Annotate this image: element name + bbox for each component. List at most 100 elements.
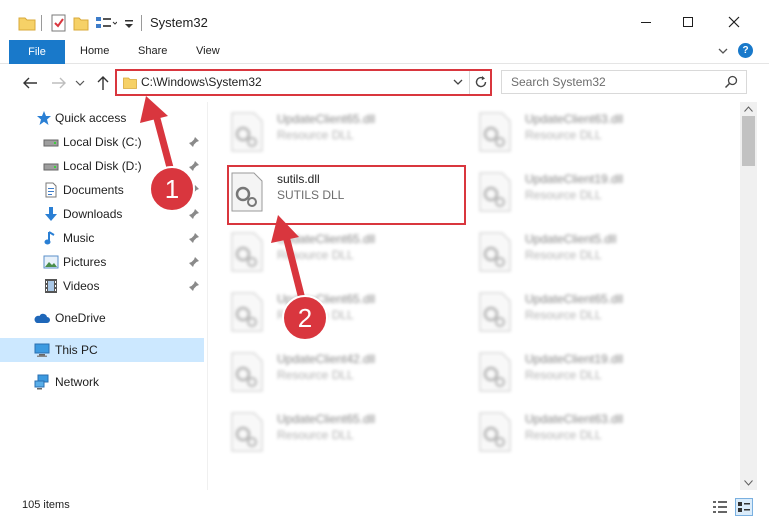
chevron-down-icon[interactable] xyxy=(451,75,465,89)
sidebar-item-quick-access[interactable]: Quick access xyxy=(0,106,204,130)
address-path[interactable]: C:\Windows\System32 xyxy=(141,75,262,89)
tab-share[interactable]: Share xyxy=(138,45,167,57)
sidebar-item-label: Local Disk (C:) xyxy=(63,135,142,149)
window-title: System32 xyxy=(150,15,208,30)
network-icon xyxy=(34,374,49,390)
dll-file-icon xyxy=(479,232,511,272)
list-item[interactable]: UpdateClient63.dll Resource DLL xyxy=(456,404,696,464)
sidebar-item-onedrive[interactable]: OneDrive xyxy=(0,306,204,330)
pin-icon[interactable] xyxy=(188,280,200,292)
sidebar-item-local-disk-d[interactable]: Local Disk (D:) xyxy=(0,154,204,178)
details-view-icon[interactable] xyxy=(712,500,728,514)
scrollbar-thumb[interactable] xyxy=(742,116,755,166)
file-name: UpdateClient63.dll xyxy=(525,412,624,426)
expand-ribbon-icon[interactable] xyxy=(717,45,729,57)
file-name: UpdateClient19.dll xyxy=(525,172,624,186)
dll-file-icon xyxy=(479,412,511,452)
videos-icon xyxy=(45,279,57,293)
list-item[interactable]: UpdateClient65.dll Resource DLL xyxy=(208,104,448,164)
sidebar-item-label: Music xyxy=(63,231,95,245)
dll-file-icon xyxy=(231,292,263,332)
scroll-down-icon[interactable] xyxy=(744,480,753,486)
recent-locations-button[interactable] xyxy=(75,74,85,92)
search-box[interactable]: Search System32 xyxy=(501,70,747,94)
dll-file-icon xyxy=(231,112,263,152)
file-type: Resource DLL xyxy=(277,368,354,382)
pin-icon[interactable] xyxy=(188,208,200,220)
properties-icon[interactable] xyxy=(51,14,67,32)
address-bar[interactable]: C:\Windows\System32 xyxy=(115,69,492,96)
dll-file-icon xyxy=(479,352,511,392)
vertical-scrollbar[interactable] xyxy=(740,102,757,490)
file-name: UpdateClient65.dll xyxy=(277,292,376,306)
close-button[interactable] xyxy=(714,8,754,36)
pin-icon[interactable] xyxy=(188,160,200,172)
minimize-icon xyxy=(641,22,651,23)
pin-icon[interactable] xyxy=(188,136,200,148)
sidebar-item-label: Pictures xyxy=(63,255,107,269)
refresh-icon[interactable] xyxy=(473,74,489,90)
help-icon[interactable]: ? xyxy=(738,43,753,58)
sidebar-item-documents[interactable]: Documents xyxy=(0,178,204,202)
list-item[interactable]: UpdateClient63.dll Resource DLL xyxy=(456,104,696,164)
up-button[interactable] xyxy=(94,74,112,92)
list-item[interactable]: UpdateClient65.dll Resource DLL xyxy=(208,404,448,464)
sidebar-item-this-pc[interactable]: This PC xyxy=(0,338,204,362)
list-item[interactable]: UpdateClient65.dll Resource DLL xyxy=(208,224,448,284)
file-name: UpdateClient19.dll xyxy=(525,352,624,366)
file-type: Resource DLL xyxy=(525,128,602,142)
list-item[interactable]: UpdateClient42.dll Resource DLL xyxy=(208,344,448,404)
list-item[interactable]: UpdateClient65.dll Resource DLL xyxy=(456,284,696,344)
folder-icon[interactable] xyxy=(18,14,36,32)
list-item[interactable]: UpdateClient19.dll Resource DLL xyxy=(456,164,696,224)
file-type: Resource DLL xyxy=(525,368,602,382)
tiles-view-button[interactable] xyxy=(735,498,753,516)
sidebar-item-downloads[interactable]: Downloads xyxy=(0,202,204,226)
sidebar-item-label: Downloads xyxy=(63,207,123,221)
file-name: UpdateClient65.dll xyxy=(525,292,624,306)
sidebar-item-network[interactable]: Network xyxy=(0,370,204,394)
tab-file[interactable]: File xyxy=(9,40,65,64)
scroll-up-icon[interactable] xyxy=(744,106,753,112)
new-folder-icon[interactable] xyxy=(73,14,89,32)
navigation-pane: Quick access Local Disk (C:) Local Disk … xyxy=(0,102,207,490)
navigation-bar: C:\Windows\System32 Search System32 xyxy=(0,64,769,102)
file-type: Resource DLL xyxy=(525,188,602,202)
file-name: UpdateClient42.dll xyxy=(277,352,376,366)
pin-icon[interactable] xyxy=(188,256,200,268)
sidebar-item-label: Videos xyxy=(63,279,100,293)
file-type: Resource DLL xyxy=(277,248,354,262)
toolbar-divider xyxy=(41,15,42,31)
file-type: Resource DLL xyxy=(525,308,602,322)
sidebar-item-pictures[interactable]: Pictures xyxy=(0,250,204,274)
tab-home[interactable]: Home xyxy=(80,45,109,57)
maximize-icon xyxy=(683,17,693,27)
music-icon xyxy=(44,231,55,245)
star-icon xyxy=(37,111,51,125)
minimize-button[interactable] xyxy=(626,8,666,36)
ribbon-tabs: File Home Share View ? xyxy=(0,40,769,64)
search-placeholder[interactable]: Search System32 xyxy=(511,75,606,89)
sidebar-item-label: OneDrive xyxy=(55,311,106,325)
pin-icon[interactable] xyxy=(188,232,200,244)
chevron-down-icon xyxy=(75,80,85,86)
sidebar-item-label: Quick access xyxy=(55,111,127,125)
list-item[interactable]: UpdateClient65.dll Resource DLL xyxy=(208,284,448,344)
list-item[interactable]: UpdateClient5.dll Resource DLL xyxy=(456,224,696,284)
list-item[interactable]: UpdateClient19.dll Resource DLL xyxy=(456,344,696,404)
sidebar-item-music[interactable]: Music xyxy=(0,226,204,250)
sidebar-item-local-disk-c[interactable]: Local Disk (C:) xyxy=(0,130,204,154)
folder-icon xyxy=(123,77,137,89)
search-icon[interactable] xyxy=(724,75,738,89)
back-button[interactable] xyxy=(21,74,39,92)
close-icon xyxy=(728,16,740,28)
sidebar-item-videos[interactable]: Videos xyxy=(0,274,204,298)
file-type: Resource DLL xyxy=(525,248,602,262)
file-type: Resource DLL xyxy=(525,428,602,442)
maximize-button[interactable] xyxy=(668,8,708,36)
tab-view[interactable]: View xyxy=(196,45,220,57)
customize-toolbar-icon[interactable] xyxy=(124,14,134,32)
view-options-icon[interactable] xyxy=(95,14,117,32)
forward-button[interactable] xyxy=(50,74,68,92)
pin-icon[interactable] xyxy=(188,184,200,196)
